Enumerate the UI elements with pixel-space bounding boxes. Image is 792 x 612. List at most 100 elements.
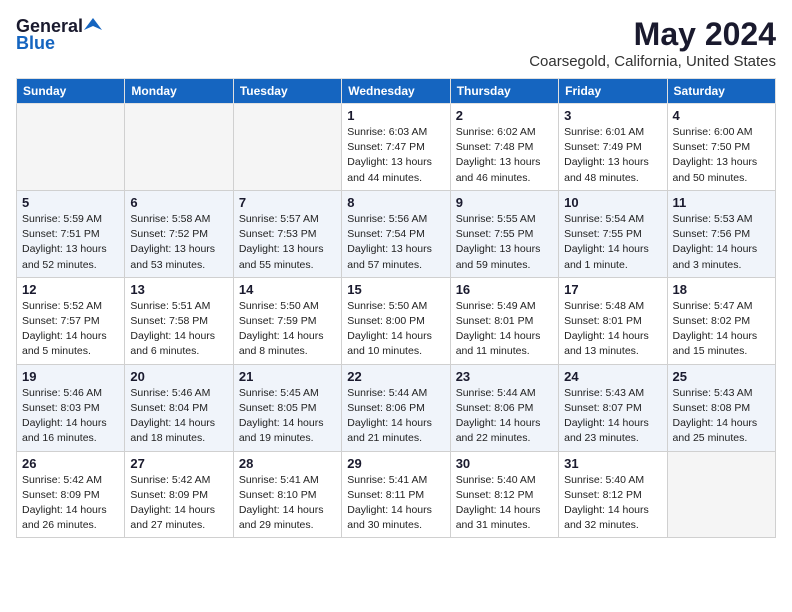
day-number: 10: [564, 195, 661, 210]
day-number: 31: [564, 456, 661, 471]
day-number: 6: [130, 195, 227, 210]
day-info: Sunrise: 5:46 AMSunset: 8:03 PMDaylight:…: [22, 386, 119, 447]
title-block: May 2024 Coarsegold, California, United …: [529, 16, 776, 70]
day-number: 1: [347, 108, 444, 123]
table-row: 16Sunrise: 5:49 AMSunset: 8:01 PMDayligh…: [450, 277, 558, 364]
calendar-week-row: 26 Sunrise: 5:42 AMSunset: 8:09 PMDayligh…: [17, 451, 776, 538]
header-friday: Friday: [559, 79, 667, 104]
table-row: 17 Sunrise: 5:48 AMSunset: 8:01 PMDayligh…: [559, 277, 667, 364]
header-sunday: Sunday: [17, 79, 125, 104]
calendar-week-row: 1 Sunrise: 6:03 AMSunset: 7:47 PMDaylight…: [17, 104, 776, 191]
table-row: 2 Sunrise: 6:02 AMSunset: 7:48 PMDaylight…: [450, 104, 558, 191]
table-row: 3Sunrise: 6:01 AMSunset: 7:49 PMDaylight…: [559, 104, 667, 191]
table-row: 1 Sunrise: 6:03 AMSunset: 7:47 PMDaylight…: [342, 104, 450, 191]
day-number: 21: [239, 369, 336, 384]
day-number: 18: [673, 282, 770, 297]
calendar-header-row: Sunday Monday Tuesday Wednesday Thursday…: [17, 79, 776, 104]
day-info: Sunrise: 5:41 AMSunset: 8:11 PMDaylight:…: [347, 473, 444, 534]
day-info: Sunrise: 5:40 AMSunset: 8:12 PMDaylight:…: [456, 473, 553, 534]
day-info: Sunrise: 5:43 AMSunset: 8:08 PMDaylight:…: [673, 386, 770, 447]
header-monday: Monday: [125, 79, 233, 104]
day-info: Sunrise: 5:53 AMSunset: 7:56 PMDaylight:…: [673, 212, 770, 273]
calendar-week-row: 19 Sunrise: 5:46 AMSunset: 8:03 PMDayligh…: [17, 364, 776, 451]
day-number: 24: [564, 369, 661, 384]
table-row: [125, 104, 233, 191]
calendar-subtitle: Coarsegold, California, United States: [529, 53, 776, 70]
day-number: 27: [130, 456, 227, 471]
day-info: Sunrise: 5:50 AMSunset: 8:00 PMDaylight:…: [347, 299, 444, 360]
day-number: 2: [456, 108, 553, 123]
table-row: 25 Sunrise: 5:43 AMSunset: 8:08 PMDayligh…: [667, 364, 775, 451]
table-row: 19 Sunrise: 5:46 AMSunset: 8:03 PMDayligh…: [17, 364, 125, 451]
day-number: 19: [22, 369, 119, 384]
logo-blue-text: Blue: [16, 33, 55, 54]
table-row: 10 Sunrise: 5:54 AMSunset: 7:55 PMDayligh…: [559, 190, 667, 277]
day-info: Sunrise: 5:56 AMSunset: 7:54 PMDaylight:…: [347, 212, 444, 273]
day-info: Sunrise: 5:46 AMSunset: 8:04 PMDaylight:…: [130, 386, 227, 447]
day-info: Sunrise: 5:44 AMSunset: 8:06 PMDaylight:…: [456, 386, 553, 447]
day-number: 17: [564, 282, 661, 297]
day-info: Sunrise: 5:42 AMSunset: 8:09 PMDaylight:…: [130, 473, 227, 534]
day-info: Sunrise: 5:51 AMSunset: 7:58 PMDaylight:…: [130, 299, 227, 360]
table-row: 7Sunrise: 5:57 AMSunset: 7:53 PMDaylight…: [233, 190, 341, 277]
table-row: 28Sunrise: 5:41 AMSunset: 8:10 PMDayligh…: [233, 451, 341, 538]
table-row: 4 Sunrise: 6:00 AMSunset: 7:50 PMDaylight…: [667, 104, 775, 191]
table-row: [667, 451, 775, 538]
calendar-table: Sunday Monday Tuesday Wednesday Thursday…: [16, 78, 776, 538]
table-row: 27 Sunrise: 5:42 AMSunset: 8:09 PMDayligh…: [125, 451, 233, 538]
calendar-title: May 2024: [529, 16, 776, 53]
logo: General Blue: [16, 16, 102, 54]
table-row: 18 Sunrise: 5:47 AMSunset: 8:02 PMDayligh…: [667, 277, 775, 364]
day-number: 28: [239, 456, 336, 471]
day-number: 29: [347, 456, 444, 471]
header-saturday: Saturday: [667, 79, 775, 104]
header-wednesday: Wednesday: [342, 79, 450, 104]
day-number: 15: [347, 282, 444, 297]
calendar-week-row: 5 Sunrise: 5:59 AMSunset: 7:51 PMDaylight…: [17, 190, 776, 277]
table-row: [233, 104, 341, 191]
day-info: Sunrise: 5:47 AMSunset: 8:02 PMDaylight:…: [673, 299, 770, 360]
day-number: 8: [347, 195, 444, 210]
table-row: 30 Sunrise: 5:40 AMSunset: 8:12 PMDayligh…: [450, 451, 558, 538]
day-info: Sunrise: 5:57 AMSunset: 7:53 PMDaylight:…: [239, 212, 336, 273]
day-info: Sunrise: 6:03 AMSunset: 7:47 PMDaylight:…: [347, 125, 444, 186]
day-info: Sunrise: 5:52 AMSunset: 7:57 PMDaylight:…: [22, 299, 119, 360]
day-info: Sunrise: 5:50 AMSunset: 7:59 PMDaylight:…: [239, 299, 336, 360]
day-info: Sunrise: 5:59 AMSunset: 7:51 PMDaylight:…: [22, 212, 119, 273]
day-info: Sunrise: 5:43 AMSunset: 8:07 PMDaylight:…: [564, 386, 661, 447]
table-row: 15 Sunrise: 5:50 AMSunset: 8:00 PMDayligh…: [342, 277, 450, 364]
day-info: Sunrise: 6:02 AMSunset: 7:48 PMDaylight:…: [456, 125, 553, 186]
day-number: 4: [673, 108, 770, 123]
day-info: Sunrise: 5:40 AMSunset: 8:12 PMDaylight:…: [564, 473, 661, 534]
day-info: Sunrise: 5:44 AMSunset: 8:06 PMDaylight:…: [347, 386, 444, 447]
header-thursday: Thursday: [450, 79, 558, 104]
day-number: 30: [456, 456, 553, 471]
day-number: 22: [347, 369, 444, 384]
logo-bird-icon: [84, 16, 102, 34]
calendar-week-row: 12 Sunrise: 5:52 AMSunset: 7:57 PMDayligh…: [17, 277, 776, 364]
day-number: 5: [22, 195, 119, 210]
day-number: 12: [22, 282, 119, 297]
header-tuesday: Tuesday: [233, 79, 341, 104]
day-info: Sunrise: 5:48 AMSunset: 8:01 PMDaylight:…: [564, 299, 661, 360]
day-info: Sunrise: 6:00 AMSunset: 7:50 PMDaylight:…: [673, 125, 770, 186]
table-row: 5 Sunrise: 5:59 AMSunset: 7:51 PMDaylight…: [17, 190, 125, 277]
table-row: 6Sunrise: 5:58 AMSunset: 7:52 PMDaylight…: [125, 190, 233, 277]
table-row: 22 Sunrise: 5:44 AMSunset: 8:06 PMDayligh…: [342, 364, 450, 451]
day-number: 9: [456, 195, 553, 210]
table-row: 8 Sunrise: 5:56 AMSunset: 7:54 PMDaylight…: [342, 190, 450, 277]
day-number: 25: [673, 369, 770, 384]
table-row: [17, 104, 125, 191]
day-info: Sunrise: 5:55 AMSunset: 7:55 PMDaylight:…: [456, 212, 553, 273]
day-number: 14: [239, 282, 336, 297]
table-row: 21Sunrise: 5:45 AMSunset: 8:05 PMDayligh…: [233, 364, 341, 451]
table-row: 14 Sunrise: 5:50 AMSunset: 7:59 PMDayligh…: [233, 277, 341, 364]
day-number: 16: [456, 282, 553, 297]
day-number: 23: [456, 369, 553, 384]
day-number: 26: [22, 456, 119, 471]
table-row: 11Sunrise: 5:53 AMSunset: 7:56 PMDayligh…: [667, 190, 775, 277]
day-info: Sunrise: 5:54 AMSunset: 7:55 PMDaylight:…: [564, 212, 661, 273]
day-number: 13: [130, 282, 227, 297]
table-row: 20Sunrise: 5:46 AMSunset: 8:04 PMDayligh…: [125, 364, 233, 451]
table-row: 29 Sunrise: 5:41 AMSunset: 8:11 PMDayligh…: [342, 451, 450, 538]
